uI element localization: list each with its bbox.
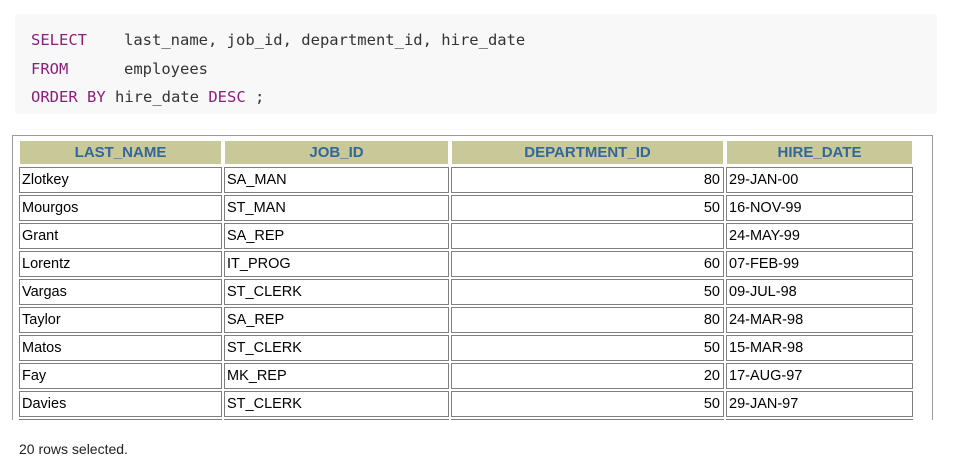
table-row (19, 419, 913, 420)
cell-hire-date: 29-JAN-00 (726, 167, 913, 193)
column-header-hire-date: HIRE_DATE (726, 140, 913, 165)
cell-hire-date: 24-MAR-98 (726, 307, 913, 333)
cell-hire-date: 29-JAN-97 (726, 391, 913, 417)
cell-last-name: Fay (19, 363, 222, 389)
cell-department-id: 50 (451, 195, 724, 221)
sql-keyword-select: SELECT (31, 31, 87, 49)
sql-order-column: hire_date (115, 88, 199, 106)
cell-job-id: ST_MAN (224, 195, 449, 221)
cell-last-name: Vargas (19, 279, 222, 305)
cell-job-id (224, 419, 449, 420)
cell-department-id: 60 (451, 251, 724, 277)
sql-select-columns: last_name, job_id, department_id, hire_d… (124, 31, 526, 49)
column-header-department-id: DEPARTMENT_ID (451, 140, 724, 165)
table-row: Matos ST_CLERK 50 15-MAR-98 (19, 335, 913, 361)
cell-job-id: SA_REP (224, 223, 449, 249)
cell-job-id: SA_REP (224, 307, 449, 333)
table-header-row: LAST_NAME JOB_ID DEPARTMENT_ID HIRE_DATE (19, 140, 913, 165)
table-row: Zlotkey SA_MAN 80 29-JAN-00 (19, 167, 913, 193)
cell-department-id (451, 223, 724, 249)
sql-keyword-order-by: ORDER BY (31, 88, 106, 106)
table-row: Taylor SA_REP 80 24-MAR-98 (19, 307, 913, 333)
sql-line-select: SELECT last_name, job_id, department_id, … (31, 26, 921, 55)
cell-last-name (19, 419, 222, 420)
table-row: Davies ST_CLERK 50 29-JAN-97 (19, 391, 913, 417)
cell-job-id: MK_REP (224, 363, 449, 389)
sql-keyword-from: FROM (31, 59, 69, 78)
cell-department-id: 80 (451, 307, 724, 333)
cell-hire-date (726, 419, 913, 420)
cell-department-id: 80 (451, 167, 724, 193)
column-header-job-id: JOB_ID (224, 140, 449, 165)
cell-last-name: Matos (19, 335, 222, 361)
sql-keyword-desc: DESC (208, 88, 246, 106)
sql-query-block: SELECT last_name, job_id, department_id, … (15, 14, 937, 114)
sql-line-from: FROM employees (31, 55, 921, 84)
table-row: Vargas ST_CLERK 50 09-JUL-98 (19, 279, 913, 305)
cell-job-id: IT_PROG (224, 251, 449, 277)
cell-job-id: ST_CLERK (224, 279, 449, 305)
cell-job-id: ST_CLERK (224, 391, 449, 417)
cell-last-name: Mourgos (19, 195, 222, 221)
cell-department-id: 50 (451, 391, 724, 417)
cell-hire-date: 09-JUL-98 (726, 279, 913, 305)
cell-last-name: Zlotkey (19, 167, 222, 193)
cell-last-name: Davies (19, 391, 222, 417)
column-header-last-name: LAST_NAME (19, 140, 222, 165)
cell-department-id: 20 (451, 363, 724, 389)
cell-last-name: Lorentz (19, 251, 222, 277)
cell-hire-date: 16-NOV-99 (726, 195, 913, 221)
cell-job-id: ST_CLERK (224, 335, 449, 361)
cell-department-id (451, 419, 724, 420)
result-table-frame[interactable]: LAST_NAME JOB_ID DEPARTMENT_ID HIRE_DATE… (12, 135, 933, 420)
cell-job-id: SA_MAN (224, 167, 449, 193)
cell-last-name: Taylor (19, 307, 222, 333)
cell-hire-date: 15-MAR-98 (726, 335, 913, 361)
table-row: Fay MK_REP 20 17-AUG-97 (19, 363, 913, 389)
sql-from-table: employees (124, 59, 208, 78)
cell-last-name: Grant (19, 223, 222, 249)
cell-department-id: 50 (451, 335, 724, 361)
cell-hire-date: 17-AUG-97 (726, 363, 913, 389)
sql-line-order-by: ORDER BY hire_date DESC ; (31, 83, 921, 112)
cell-hire-date: 07-FEB-99 (726, 251, 913, 277)
result-table: LAST_NAME JOB_ID DEPARTMENT_ID HIRE_DATE… (17, 138, 915, 420)
cell-department-id: 50 (451, 279, 724, 305)
sql-terminator: ; (255, 88, 265, 106)
rows-selected-status: 20 rows selected. (19, 441, 128, 457)
table-row: Mourgos ST_MAN 50 16-NOV-99 (19, 195, 913, 221)
table-row: Lorentz IT_PROG 60 07-FEB-99 (19, 251, 913, 277)
cell-hire-date: 24-MAY-99 (726, 223, 913, 249)
table-row: Grant SA_REP 24-MAY-99 (19, 223, 913, 249)
